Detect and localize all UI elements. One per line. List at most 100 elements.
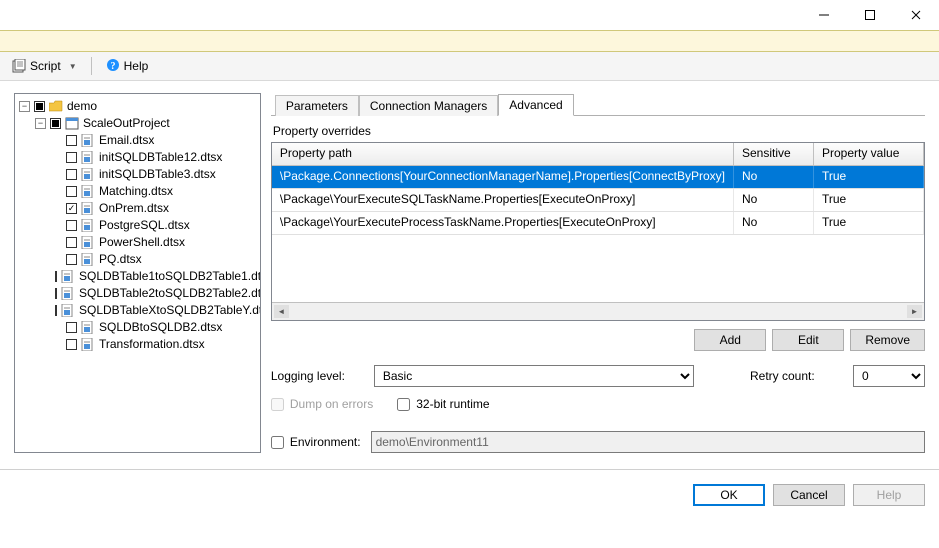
tree-package[interactable]: PowerShell.dtsx <box>51 234 260 251</box>
cancel-button[interactable]: Cancel <box>773 484 845 506</box>
expander-icon[interactable]: − <box>35 118 46 129</box>
tree-package[interactable]: SQLDBtoSQLDB2.dtsx <box>51 319 260 336</box>
tree-checkbox[interactable] <box>66 254 77 265</box>
tree-checkbox[interactable] <box>34 101 45 112</box>
package-icon <box>81 185 95 198</box>
tree-package[interactable]: PQ.dtsx <box>51 251 260 268</box>
tree-package[interactable]: initSQLDBTable12.dtsx <box>51 149 260 166</box>
expander-icon[interactable]: − <box>19 101 30 112</box>
tree-package[interactable]: PostgreSQL.dtsx <box>51 217 260 234</box>
edit-button[interactable]: Edit <box>772 329 844 351</box>
help-button-footer[interactable]: Help <box>853 484 925 506</box>
package-icon <box>61 270 75 283</box>
tree-checkbox[interactable] <box>66 322 77 333</box>
remove-button[interactable]: Remove <box>850 329 925 351</box>
tree-package[interactable]: SQLDBTableXtoSQLDB2TableY.dtsx <box>51 302 260 319</box>
tree-project[interactable]: − ScaleOutProject <box>35 115 260 132</box>
scroll-left-icon[interactable]: ◄ <box>274 305 289 318</box>
tree-label: initSQLDBTable12.dtsx <box>99 149 222 166</box>
svg-text:?: ? <box>110 61 115 72</box>
tree-label: SQLDBTable2toSQLDB2Table2.dtsx <box>79 285 261 302</box>
tab-connection-managers[interactable]: Connection Managers <box>359 95 498 116</box>
project-icon <box>65 117 79 130</box>
environment-checkbox-input[interactable] <box>271 436 284 449</box>
tree-checkbox[interactable] <box>66 169 77 180</box>
runtime-32bit-checkbox[interactable]: 32-bit runtime <box>397 397 489 411</box>
tree-label: initSQLDBTable3.dtsx <box>99 166 216 183</box>
package-icon <box>81 168 95 181</box>
package-icon <box>81 151 95 164</box>
environment-checkbox[interactable]: Environment: <box>271 435 361 449</box>
chevron-down-icon: ▼ <box>69 62 77 71</box>
ok-button[interactable]: OK <box>693 484 765 506</box>
runtime32-checkbox-input[interactable] <box>397 398 410 411</box>
tab-parameters[interactable]: Parameters <box>275 95 359 116</box>
tree-package[interactable]: SQLDBTable2toSQLDB2Table2.dtsx <box>51 285 260 302</box>
logging-level-select[interactable]: Basic <box>374 365 694 387</box>
tree-label: SQLDBtoSQLDB2.dtsx <box>99 319 222 336</box>
close-button[interactable] <box>893 0 939 30</box>
add-button[interactable]: Add <box>694 329 766 351</box>
override-row[interactable]: \Package.Connections[YourConnectionManag… <box>272 166 924 189</box>
col-sensitive[interactable]: Sensitive <box>734 143 814 165</box>
dump-checkbox-input <box>271 398 284 411</box>
retry-count-label: Retry count: <box>750 369 845 383</box>
scroll-right-icon[interactable]: ► <box>907 305 922 318</box>
minimize-button[interactable] <box>801 0 847 30</box>
package-icon <box>81 134 95 147</box>
toolbar: Script ▼ ? Help <box>0 52 939 81</box>
col-property-path[interactable]: Property path <box>272 143 734 165</box>
cell-property-path: \Package\YourExecuteSQLTaskName.Properti… <box>272 189 734 211</box>
tree-package[interactable]: initSQLDBTable3.dtsx <box>51 166 260 183</box>
tree-label: PQ.dtsx <box>99 251 142 268</box>
tree-checkbox[interactable] <box>66 237 77 248</box>
tree-checkbox[interactable] <box>66 220 77 231</box>
script-dropdown[interactable]: Script ▼ <box>8 57 81 75</box>
tree-label: SQLDBTableXtoSQLDB2TableY.dtsx <box>79 302 261 319</box>
tree-package[interactable]: SQLDBTable1toSQLDB2Table1.dtsx <box>51 268 260 285</box>
cell-property-value: True <box>814 166 924 188</box>
package-icon <box>61 304 75 317</box>
script-icon <box>12 59 26 73</box>
help-button[interactable]: ? Help <box>102 56 153 77</box>
tree-package[interactable]: OnPrem.dtsx <box>51 200 260 217</box>
cell-sensitive: No <box>734 166 814 188</box>
tree-checkbox[interactable] <box>55 288 57 299</box>
tree-label: OnPrem.dtsx <box>99 200 169 217</box>
overrides-label: Property overrides <box>273 124 925 138</box>
tree-checkbox[interactable] <box>55 305 57 316</box>
tree-checkbox[interactable] <box>55 271 57 282</box>
override-row[interactable]: \Package\YourExecuteProcessTaskName.Prop… <box>272 212 924 235</box>
override-row[interactable]: \Package\YourExecuteSQLTaskName.Properti… <box>272 189 924 212</box>
tree-checkbox[interactable] <box>66 203 77 214</box>
tree-checkbox[interactable] <box>66 339 77 350</box>
package-icon <box>81 236 95 249</box>
tree-package[interactable]: Transformation.dtsx <box>51 336 260 353</box>
overrides-grid[interactable]: Property path Sensitive Property value \… <box>271 142 925 321</box>
script-label: Script <box>30 59 61 73</box>
tree-checkbox[interactable] <box>66 152 77 163</box>
dump-on-errors-checkbox: Dump on errors <box>271 397 373 411</box>
help-label: Help <box>124 59 149 73</box>
cell-sensitive: No <box>734 212 814 234</box>
tree-label: ScaleOutProject <box>83 115 170 132</box>
environment-field <box>371 431 925 453</box>
col-property-value[interactable]: Property value <box>814 143 924 165</box>
tree-folder-demo[interactable]: −demo <box>19 98 260 115</box>
tree-package[interactable]: Email.dtsx <box>51 132 260 149</box>
package-icon <box>81 338 95 351</box>
grid-scrollbar[interactable]: ◄ ► <box>272 302 924 320</box>
cell-property-value: True <box>814 212 924 234</box>
tree-checkbox[interactable] <box>50 118 61 129</box>
tree-label: Email.dtsx <box>99 132 154 149</box>
tree-package[interactable]: Matching.dtsx <box>51 183 260 200</box>
retry-count-select[interactable]: 0 <box>853 365 925 387</box>
package-tree[interactable]: −demo−ScaleOutProjectEmail.dtsxinitSQLDB… <box>14 93 261 453</box>
tab-advanced[interactable]: Advanced <box>498 94 573 116</box>
maximize-button[interactable] <box>847 0 893 30</box>
tree-label: PowerShell.dtsx <box>99 234 185 251</box>
package-icon <box>81 321 95 334</box>
tree-label: SQLDBTable1toSQLDB2Table1.dtsx <box>79 268 261 285</box>
tree-checkbox[interactable] <box>66 186 77 197</box>
tree-checkbox[interactable] <box>66 135 77 146</box>
